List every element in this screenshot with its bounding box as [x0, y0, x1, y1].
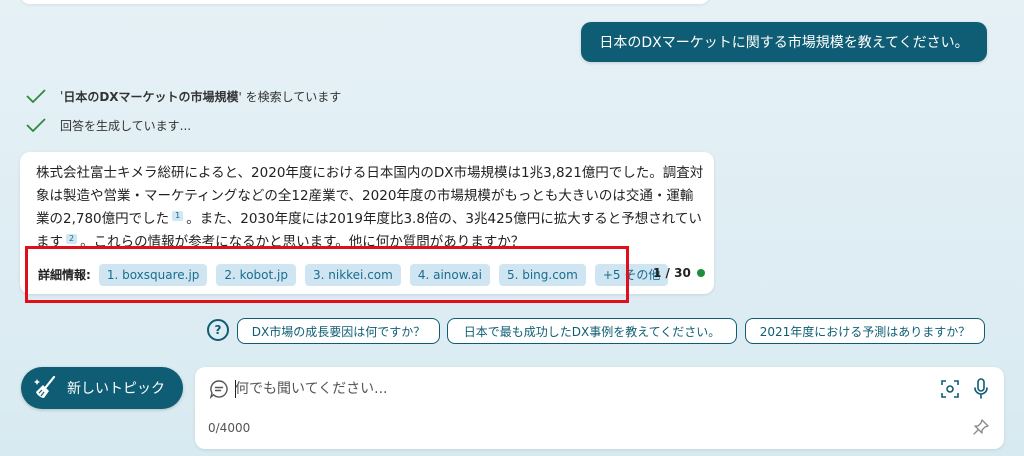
- citation-2[interactable]: 2: [66, 233, 78, 244]
- suggestion-3[interactable]: 2021年度における予測はありますか？: [745, 318, 985, 344]
- status-dot: [696, 269, 705, 277]
- chat-input-box: 0/4000: [195, 367, 1004, 449]
- response-counter: 1 / 30: [653, 266, 705, 280]
- generating-text: 回答を生成しています...: [60, 118, 192, 133]
- suggestion-1[interactable]: DX市場の成長要因は何ですか？: [237, 318, 440, 344]
- checkmark-icon: [26, 118, 46, 132]
- status-searching: ' 日本のDXマーケットの市場規模 ' を検索しています: [26, 86, 341, 106]
- suggestion-1-label: DX市場の成長要因は何ですか？: [251, 324, 426, 339]
- status-generating: 回答を生成しています...: [26, 115, 191, 135]
- response-counter-text: 1 / 30: [653, 266, 691, 280]
- user-message-text: 日本のDXマーケットに関する市場規模を教えてください。: [599, 35, 969, 51]
- question-mark-icon: ?: [207, 319, 229, 341]
- new-topic-label: 新しいトピック: [67, 381, 165, 397]
- highlight-box: [25, 246, 629, 303]
- broom-icon: [34, 375, 56, 398]
- suggestion-2[interactable]: 日本で最も成功したDX事例を教えてください。: [447, 318, 737, 344]
- citation-1[interactable]: 1: [172, 210, 184, 221]
- character-count: 0/4000: [208, 421, 251, 435]
- suggestion-3-label: 2021年度における予測はありますか？: [759, 324, 971, 339]
- checkmark-icon: [26, 89, 46, 103]
- suggestion-2-label: 日本で最も成功したDX事例を教えてください。: [463, 324, 721, 339]
- pin-icon[interactable]: [972, 418, 990, 436]
- search-term: 日本のDXマーケットの市場規模: [63, 89, 239, 104]
- answer-text: 株式会社富士キメラ総研によると、2020年度における日本国内のDX市場規模は1兆…: [36, 162, 706, 254]
- new-topic-button[interactable]: 新しいトピック: [21, 367, 183, 409]
- chat-input[interactable]: [235, 376, 915, 402]
- chat-bubble-icon: [209, 380, 228, 399]
- search-suffix: ' を検索しています: [238, 89, 342, 104]
- user-message-bubble: 日本のDXマーケットに関する市場規模を教えてください。: [581, 22, 987, 62]
- previous-message-card: [20, 0, 710, 4]
- visual-search-icon[interactable]: [941, 380, 959, 398]
- microphone-icon[interactable]: [973, 378, 989, 400]
